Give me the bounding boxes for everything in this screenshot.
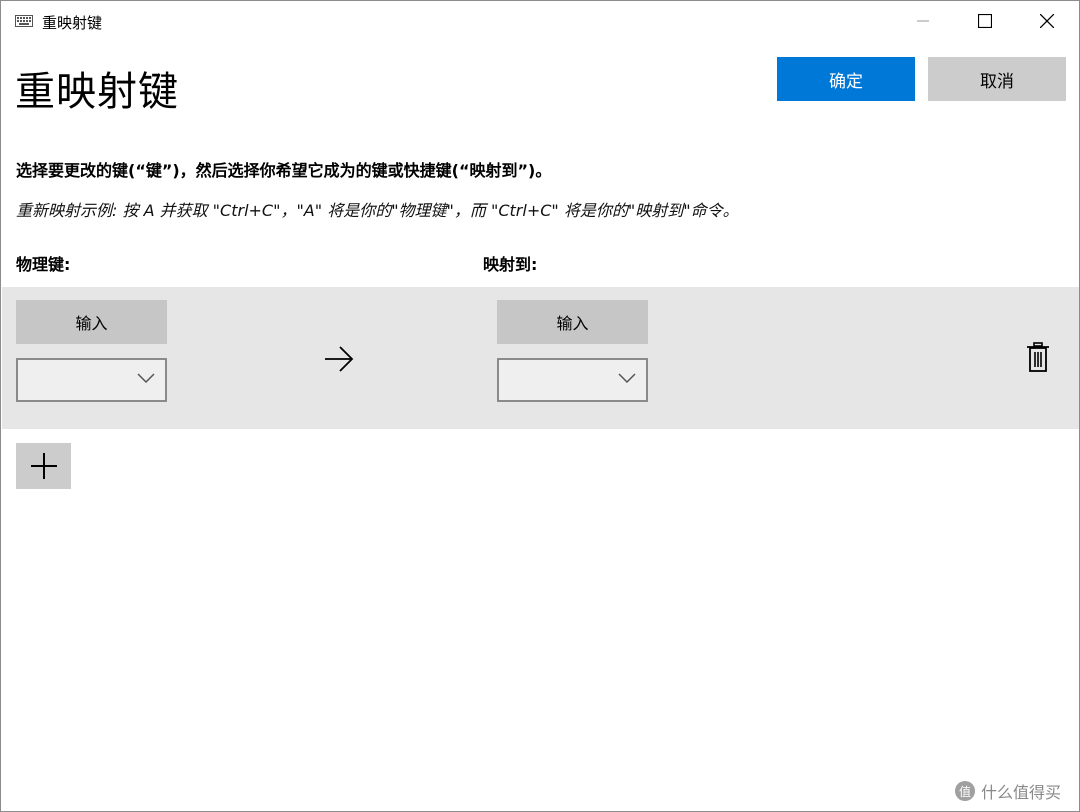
physical-key-dropdown[interactable] [16, 358, 167, 402]
trash-icon[interactable] [1025, 342, 1051, 374]
window-title: 重映射键 [42, 14, 103, 32]
close-button[interactable] [1016, 1, 1078, 41]
minimize-button[interactable] [892, 1, 954, 41]
remap-keys-window: 重映射键 重映射键 确定 取消 选择要更改的键(“键”)，然后选择你希望它成为的… [0, 0, 1080, 812]
chevron-down-icon [137, 373, 155, 384]
add-remap-button[interactable] [16, 443, 71, 489]
watermark: 值 什么值得买 [955, 779, 1061, 803]
close-icon [1040, 14, 1054, 28]
instructions-text: 选择要更改的键(“键”)，然后选择你希望它成为的键或快捷键(“映射到”)。 [16, 161, 552, 180]
title-bar[interactable]: 重映射键 [1, 1, 1079, 41]
mapped-to-header: 映射到: [483, 255, 538, 274]
chevron-down-icon [618, 373, 636, 384]
arrow-right-icon [325, 346, 354, 372]
maximize-icon [978, 14, 992, 28]
keyboard-icon [15, 15, 33, 27]
page-title: 重映射键 [15, 69, 179, 115]
physical-key-header: 物理键: [16, 255, 71, 274]
watermark-text: 什么值得买 [981, 783, 1062, 802]
mapped-key-dropdown[interactable] [497, 358, 648, 402]
example-text: 重新映射示例: 按 A 并获取 "Ctrl+C"，"A" 将是你的"物理键"，而… [16, 201, 739, 220]
minimize-icon [917, 20, 929, 22]
plus-icon [30, 453, 57, 479]
ok-button[interactable]: 确定 [777, 57, 915, 101]
physical-type-button[interactable]: 输入 [16, 300, 167, 344]
mapped-type-button[interactable]: 输入 [497, 300, 648, 344]
cancel-button[interactable]: 取消 [928, 57, 1066, 101]
watermark-logo: 值 [955, 781, 975, 801]
maximize-button[interactable] [954, 1, 1016, 41]
